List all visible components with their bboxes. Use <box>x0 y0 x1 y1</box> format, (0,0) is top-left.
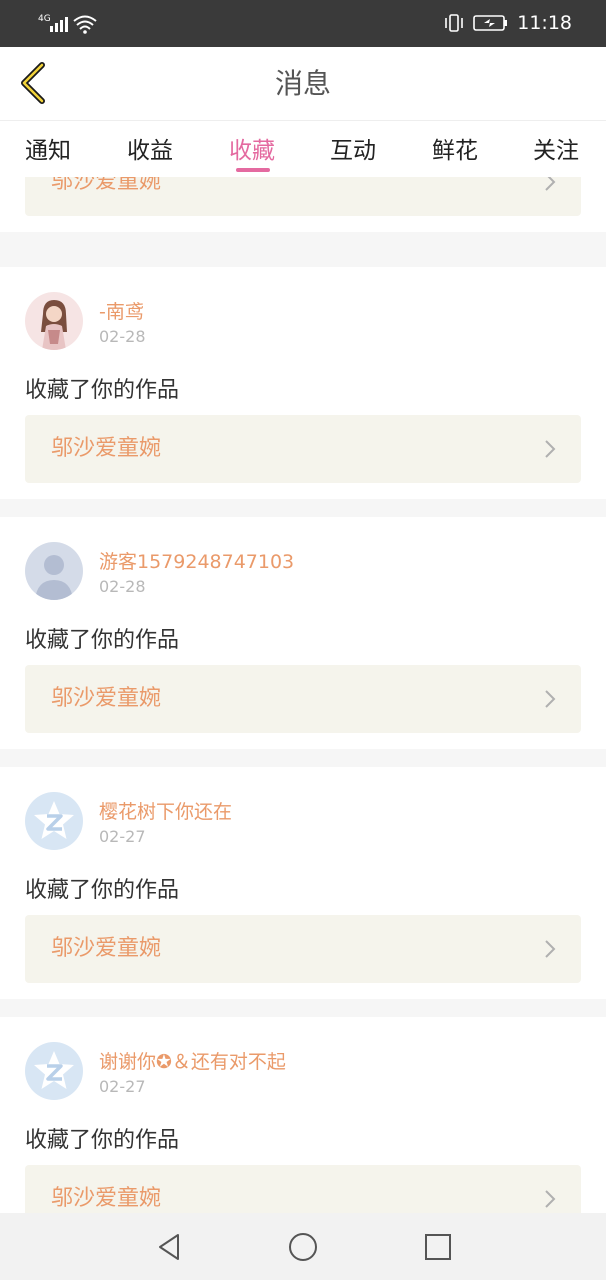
status-right: 11:18 <box>443 10 572 36</box>
chevron-right-icon <box>545 177 556 191</box>
message-feed[interactable]: 邬沙爱童婉 -南鸢 02-28 收藏了你的作品 邬沙爱童婉 游客15792487… <box>0 177 606 1213</box>
tab-favorites[interactable]: 收藏 <box>229 131 275 165</box>
work-link[interactable]: 邬沙爱童婉 <box>25 665 581 733</box>
system-nav-bar <box>0 1213 606 1280</box>
username[interactable]: 谢谢你✪＆还有对不起 <box>99 1047 286 1074</box>
username[interactable]: -南鸢 <box>99 297 144 324</box>
list-item: 谢谢你✪＆还有对不起 02-27 收藏了你的作品 邬沙爱童婉 <box>0 1017 606 1213</box>
back-chevron-icon[interactable] <box>14 61 54 105</box>
date: 02-28 <box>99 327 146 346</box>
date: 02-28 <box>99 577 146 596</box>
active-tab-indicator <box>236 168 270 172</box>
work-title: 邬沙爱童婉 <box>51 686 162 711</box>
list-item: 邬沙爱童婉 <box>0 177 606 232</box>
list-item: 樱花树下你还在 02-27 收藏了你的作品 邬沙爱童婉 <box>0 767 606 999</box>
chevron-right-icon <box>545 1190 556 1208</box>
action-text: 收藏了你的作品 <box>25 1128 180 1153</box>
list-item: -南鸢 02-28 收藏了你的作品 邬沙爱童婉 <box>0 267 606 499</box>
avatar[interactable] <box>25 542 83 600</box>
work-link[interactable]: 邬沙爱童婉 <box>25 177 581 216</box>
work-link[interactable]: 邬沙爱童婉 <box>25 415 581 483</box>
page-title: 消息 <box>274 67 331 100</box>
work-link[interactable]: 邬沙爱童婉 <box>25 915 581 983</box>
date: 02-27 <box>99 827 146 846</box>
header: 消息 <box>0 47 606 120</box>
vibrate-icon <box>445 14 464 32</box>
avatar[interactable] <box>25 1042 83 1100</box>
tab-notifications[interactable]: 通知 <box>25 131 71 165</box>
default-person-avatar-icon <box>25 542 83 600</box>
tab-flowers[interactable]: 鲜花 <box>432 131 478 165</box>
username[interactable]: 游客1579248747103 <box>99 547 294 574</box>
signal-icon: 4G <box>38 14 97 34</box>
action-text: 收藏了你的作品 <box>25 378 180 403</box>
svg-text:4G: 4G <box>38 14 51 24</box>
date: 02-27 <box>99 1077 146 1096</box>
z-logo-avatar-icon <box>25 1042 83 1100</box>
wifi-icon <box>73 15 97 34</box>
status-bar: 4G 11:18 <box>0 0 606 47</box>
avatar[interactable] <box>25 292 83 350</box>
chevron-right-icon <box>545 690 556 708</box>
action-text: 收藏了你的作品 <box>25 628 180 653</box>
chevron-right-icon <box>545 940 556 958</box>
recent-square-icon[interactable] <box>421 1230 455 1264</box>
tab-bar: 通知 收益 收藏 互动 鲜花 关注 <box>0 121 606 177</box>
work-title: 邬沙爱童婉 <box>51 936 162 961</box>
work-link[interactable]: 邬沙爱童婉 <box>25 1165 581 1213</box>
back-triangle-icon[interactable] <box>152 1230 186 1264</box>
battery-icon <box>473 15 508 31</box>
work-title: 邬沙爱童婉 <box>51 177 162 194</box>
tab-earnings[interactable]: 收益 <box>127 131 173 165</box>
work-title: 邬沙爱童婉 <box>51 436 162 461</box>
username[interactable]: 樱花树下你还在 <box>99 797 232 824</box>
action-text: 收藏了你的作品 <box>25 878 180 903</box>
tab-following[interactable]: 关注 <box>533 131 579 165</box>
status-time: 11:18 <box>517 12 572 34</box>
work-title: 邬沙爱童婉 <box>51 1186 162 1211</box>
avatar[interactable] <box>25 792 83 850</box>
tab-interactions[interactable]: 互动 <box>330 131 376 165</box>
chevron-right-icon <box>545 440 556 458</box>
z-logo-avatar-icon <box>25 792 83 850</box>
home-circle-icon[interactable] <box>286 1230 320 1264</box>
anime-girl-avatar-icon <box>25 292 83 350</box>
list-item: 游客1579248747103 02-28 收藏了你的作品 邬沙爱童婉 <box>0 517 606 749</box>
